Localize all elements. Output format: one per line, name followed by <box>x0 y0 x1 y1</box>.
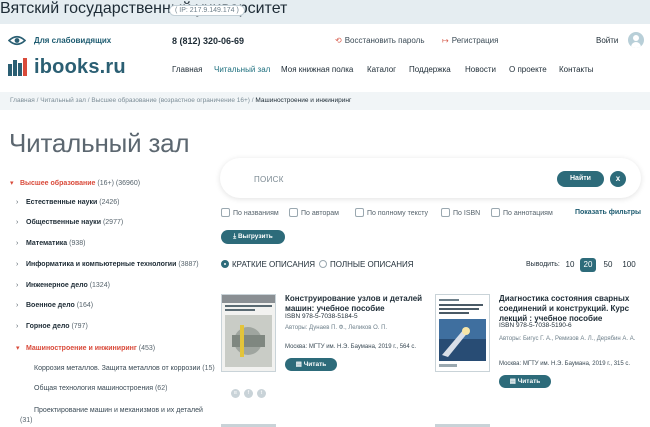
book-authors: Авторы: Дунаев П. Ф., Леликов О. П. <box>285 325 388 331</box>
filter-isbn[interactable]: По ISBN <box>441 208 480 217</box>
download-icon: ⤓ <box>233 233 237 240</box>
mode-full[interactable]: ПОЛНЫЕ ОПИСАНИЯ <box>319 260 414 269</box>
radio-icon <box>221 260 229 268</box>
avatar[interactable] <box>628 32 644 48</box>
book-title[interactable]: Конструирование узлов и деталей машин: у… <box>285 294 425 314</box>
breadcrumb: Главная / Читальный зал / Высшее образов… <box>10 97 352 104</box>
mode-short[interactable]: КРАТКИЕ ОПИСАНИЯ <box>221 260 315 269</box>
book-authors: Авторы: Бигус Г. А., Ремизов А. Л., Деря… <box>499 336 636 342</box>
nav-support[interactable]: Поддержка <box>409 65 451 74</box>
breadcrumb-home[interactable]: Главная <box>10 97 35 104</box>
nav-news[interactable]: Новости <box>465 65 496 74</box>
book-icon: ▤ <box>509 378 516 385</box>
read-button[interactable]: ▤ Читать <box>285 358 337 371</box>
clear-search-button[interactable]: x <box>610 171 626 187</box>
perpage-label: Выводить: <box>526 261 560 268</box>
restore-icon: ⟲ <box>335 36 342 45</box>
nav-catalog[interactable]: Каталог <box>367 65 396 74</box>
register-label: Регистрация <box>451 36 499 45</box>
book-cover[interactable] <box>435 294 490 372</box>
filter-fulltext[interactable]: По полному тексту <box>355 208 428 217</box>
book-title[interactable]: Диагностика состояния сварных соединений… <box>499 294 644 324</box>
nav-about[interactable]: О проекте <box>509 65 547 74</box>
book-isbn: ISBN 978-5-7038-5190-6 <box>499 322 572 329</box>
sidebar-subitem[interactable]: Проектирование машин и механизмов и их д… <box>20 406 203 426</box>
search-input[interactable]: ПОИСК <box>254 175 284 184</box>
restore-password-link[interactable]: ⟲ Восстановить пароль <box>335 36 425 45</box>
sidebar-item[interactable]: › Инженерное дело (1324) <box>16 282 110 289</box>
chevron-down-icon: ▾ <box>16 345 20 352</box>
page-title: Читальный зал <box>9 128 190 158</box>
read-button[interactable]: ▤ Читать <box>499 375 551 388</box>
show-filters-link[interactable]: Показать фильтры <box>575 209 641 216</box>
sidebar-item-mechanical-engineering[interactable]: ▾ Машиностроение и инжиниринг (453) <box>16 344 155 352</box>
ip-badge: ( IP: 217.9.149.174 ) <box>169 5 245 16</box>
book-publisher: Москва: МГТУ им. Н.Э. Баумана, 2019 г., … <box>285 344 417 350</box>
accessibility-link[interactable]: Для слабовидящих <box>34 36 111 45</box>
checkbox-icon <box>289 208 298 217</box>
filter-titles[interactable]: По названиям <box>221 208 279 217</box>
book-cover[interactable] <box>221 294 276 372</box>
chevron-down-icon: ▾ <box>10 180 14 187</box>
breadcrumb-higher-ed[interactable]: Высшее образование (возрастное ограничен… <box>91 97 250 104</box>
nav-reading-room[interactable]: Читальный зал <box>214 65 270 74</box>
radio-icon <box>319 260 327 268</box>
sidebar-item[interactable]: › Информатика и компьютерные технологии (… <box>16 261 199 268</box>
nav-home[interactable]: Главная <box>172 65 202 74</box>
chevron-right-icon: › <box>16 323 19 330</box>
sidebar-item-higher-ed[interactable]: ▾ Высшее образование (16+) (36960) <box>10 179 140 187</box>
book-publisher: Москва: МГТУ им. Н.Э. Баумана, 2019 г., … <box>499 361 631 367</box>
perpage-50[interactable]: 50 <box>600 258 616 272</box>
nav-contacts[interactable]: Контакты <box>559 65 594 74</box>
register-link[interactable]: ↦ Регистрация <box>442 36 498 45</box>
restore-label: Восстановить пароль <box>344 36 425 45</box>
twitter-icon[interactable]: t <box>257 389 266 398</box>
checkbox-icon <box>221 208 230 217</box>
logo-books-icon[interactable] <box>8 58 30 76</box>
logo[interactable]: ibooks.ru <box>34 56 126 79</box>
search-button[interactable]: Найти <box>557 171 604 187</box>
checkbox-icon <box>355 208 364 217</box>
login-arrow-icon: ↦ <box>442 36 449 45</box>
chevron-right-icon: › <box>16 282 19 289</box>
perpage-20[interactable]: 20 <box>580 258 596 272</box>
chevron-right-icon: › <box>16 302 19 309</box>
nav-my-shelf[interactable]: Моя книжная полка <box>281 65 353 74</box>
chevron-right-icon: › <box>16 199 19 206</box>
sidebar-item[interactable]: › Горное дело (797) <box>16 323 88 330</box>
chevron-right-icon: › <box>16 219 19 226</box>
download-button[interactable]: ⤓ Выгрузить <box>221 230 285 244</box>
perpage-100[interactable]: 100 <box>621 258 637 272</box>
eye-icon[interactable] <box>8 35 26 46</box>
sidebar-subitem[interactable]: Общая технология машиностроения (62) <box>34 385 167 392</box>
filter-annotations[interactable]: По аннотациям <box>491 208 553 217</box>
sidebar-item[interactable]: › Естественные науки (2426) <box>16 199 120 206</box>
checkbox-icon <box>441 208 450 217</box>
sidebar-item[interactable]: › Общественные науки (2977) <box>16 219 123 226</box>
sidebar-item[interactable]: › Математика (938) <box>16 240 85 247</box>
sidebar-subitem[interactable]: Коррозия металлов. Защита металлов от ко… <box>34 365 215 372</box>
chevron-right-icon: › <box>16 240 19 247</box>
book-icon: ▤ <box>295 361 302 368</box>
checkbox-icon <box>491 208 500 217</box>
chevron-right-icon: › <box>16 261 19 268</box>
book-isbn: ISBN 978-5-7038-5184-5 <box>285 313 358 320</box>
breadcrumb-reading-room[interactable]: Читальный зал <box>40 97 86 104</box>
phone-number: 8 (812) 320-06-69 <box>172 36 245 46</box>
perpage-10[interactable]: 10 <box>562 258 578 272</box>
login-link[interactable]: Войти <box>596 36 618 45</box>
facebook-icon[interactable]: f <box>244 389 253 398</box>
vk-icon[interactable]: в <box>231 389 240 398</box>
sidebar-item[interactable]: › Военное дело (164) <box>16 302 93 309</box>
breadcrumb-current: Машиностроение и инжиниринг <box>255 97 352 104</box>
filter-authors[interactable]: По авторам <box>289 208 339 217</box>
